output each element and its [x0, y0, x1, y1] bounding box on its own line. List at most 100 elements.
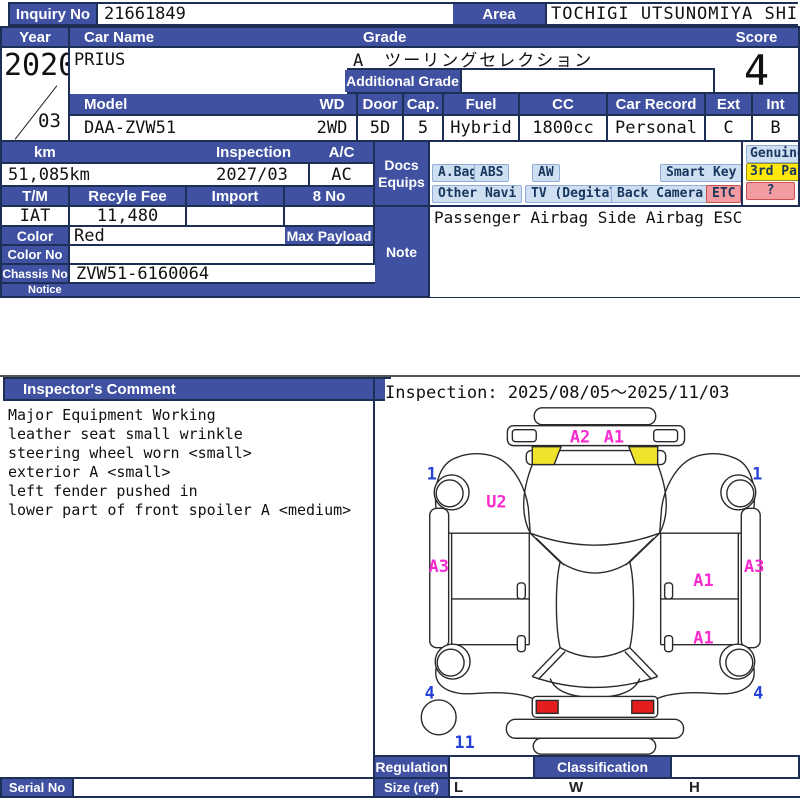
size-l-cell: L [450, 779, 567, 796]
right-sill-strip [740, 507, 761, 649]
ext-value: C [706, 116, 751, 140]
fuel-value: Hybrid [444, 116, 518, 140]
comment-line: left fender pushed in [8, 482, 198, 500]
damage-label-4: 4 [753, 682, 763, 702]
regulation-label: Regulation [375, 757, 448, 777]
import-label: Import [187, 187, 283, 205]
grade-label: Grade [345, 28, 731, 46]
equip-badge-other-navi: Other Navi [432, 185, 523, 203]
tail-light-left [535, 699, 559, 715]
year-month-value: 03 [38, 110, 61, 132]
model-value: DAA-ZVW51 [70, 116, 320, 140]
equipment-origin-area: Genuine3rd Party? [743, 142, 798, 205]
damage-label-A1: A1 [693, 570, 713, 590]
tm-label: T/M [2, 187, 68, 205]
equip-badge-: ? [746, 182, 795, 200]
serial-no-value [74, 779, 373, 796]
comment-line: Major Equipment Working [8, 406, 216, 424]
damage-label-4: 4 [425, 682, 435, 702]
comment-line: leather seat small wrinkle [8, 425, 243, 443]
score-value: 4 [715, 48, 798, 92]
comment-line: lower part of front spoiler A <medium> [8, 501, 352, 519]
classification-value [672, 757, 798, 777]
door-handle [516, 582, 526, 600]
note-label: Note [375, 207, 428, 296]
inspection-value: 2027/03 [196, 164, 308, 185]
inspection-label: Inspection [196, 142, 328, 162]
note-value: Passenger Airbag Side Airbag ESC [430, 207, 800, 297]
car-name-label: Car Name [70, 28, 357, 46]
size-h-cell: H [685, 779, 800, 796]
cap-label: Cap. [404, 94, 442, 114]
area-value: TOCHIGI UTSUNOMIYA SHI [547, 4, 800, 24]
door-handle [516, 635, 526, 653]
recycle-fee-value: 11,480 [70, 207, 185, 225]
ext-label: Ext [706, 94, 751, 114]
int-value: B [753, 116, 798, 140]
damage-label-A2: A2 [570, 427, 590, 447]
regulation-value [450, 757, 533, 777]
additional-grade-label: Additional Grade [345, 70, 460, 92]
docs-label: Docs [384, 156, 419, 173]
equips-label: Equips [378, 173, 425, 190]
cc-value: 1800cc [520, 116, 606, 140]
max-payload-label: Max Payload [285, 227, 373, 244]
door-value: 5D [358, 116, 402, 140]
inquiry-no-label: Inquiry No [10, 4, 96, 24]
docs-equips-label: Docs Equips [375, 142, 428, 205]
equipment-badges-area: A.Bag ABS AW Smart Key Other Navi TV (Degita… [430, 142, 741, 205]
tm-value: IAT [2, 207, 68, 225]
damage-label-A3: A3 [429, 556, 449, 576]
import-value [187, 207, 283, 225]
year-label: Year [2, 28, 68, 46]
lower-top-border [0, 375, 800, 377]
equip-badge-etc: ETC [706, 185, 741, 203]
damage-label-11: 11 [454, 732, 474, 752]
int-label: Int [753, 94, 798, 114]
damage-label-U2: U2 [486, 491, 506, 511]
tail-light-right [631, 699, 655, 715]
inspector-comment-body: Major Equipment Working leather seat smal… [8, 406, 368, 520]
equipment-row-2: Other Navi TV (Degital) Back Camera ETC [430, 142, 741, 205]
additional-grade-value [462, 70, 713, 92]
eight-no-value [285, 207, 373, 225]
damage-label-1: 1 [427, 463, 437, 483]
recycle-fee-label: Recyle Fee [70, 187, 185, 205]
inspection-period: Inspection: 2025/08/05～2025/11/03 [385, 379, 795, 401]
door-label: Door [358, 94, 402, 114]
wd-value: 2WD [308, 116, 356, 140]
max-payload-value [285, 246, 373, 263]
color-label: Color [2, 227, 68, 244]
door-handle [663, 635, 674, 653]
km-value: 51,085km [2, 164, 200, 185]
equip-badge-back-camera: Back Camera [611, 185, 710, 203]
equipment-origin-column: Genuine3rd Party? [743, 142, 798, 205]
spare-tire [420, 699, 457, 736]
km-label: km [2, 142, 226, 162]
ac-label: A/C [310, 142, 373, 162]
notice-label: Notice [2, 284, 399, 296]
color-no-label: Color No [2, 246, 68, 263]
damage-label-A1: A1 [604, 427, 624, 447]
chassis-no-label: Chassis No [2, 265, 68, 282]
chassis-no-value: ZVW51-6160064 [70, 265, 379, 282]
car-record-value: Personal [608, 116, 704, 140]
damage-label-A1: A1 [693, 628, 713, 648]
classification-label: Classification [535, 757, 670, 777]
damage-label-A3: A3 [744, 556, 764, 576]
damage-label-1: 1 [752, 463, 762, 483]
serial-no-label: Serial No [2, 779, 72, 796]
cap-value: 5 [404, 116, 442, 140]
equip-badge-3rd-party: 3rd Party [746, 163, 798, 181]
year-value: 2020 [4, 48, 68, 83]
score-label: Score [715, 28, 798, 46]
year-cell: 2020 03 [2, 48, 68, 140]
size-w-cell: W [565, 779, 687, 796]
inspector-comment-title: Inspector's Comment [3, 377, 391, 401]
ac-value: AC [310, 164, 373, 185]
door-handle [663, 582, 674, 600]
equip-badge-genuine: Genuine [746, 145, 798, 163]
grade-value: A ツーリングセレクション [345, 48, 721, 68]
comment-line: steering wheel worn <small> [8, 444, 252, 462]
cc-label: CC [520, 94, 606, 114]
